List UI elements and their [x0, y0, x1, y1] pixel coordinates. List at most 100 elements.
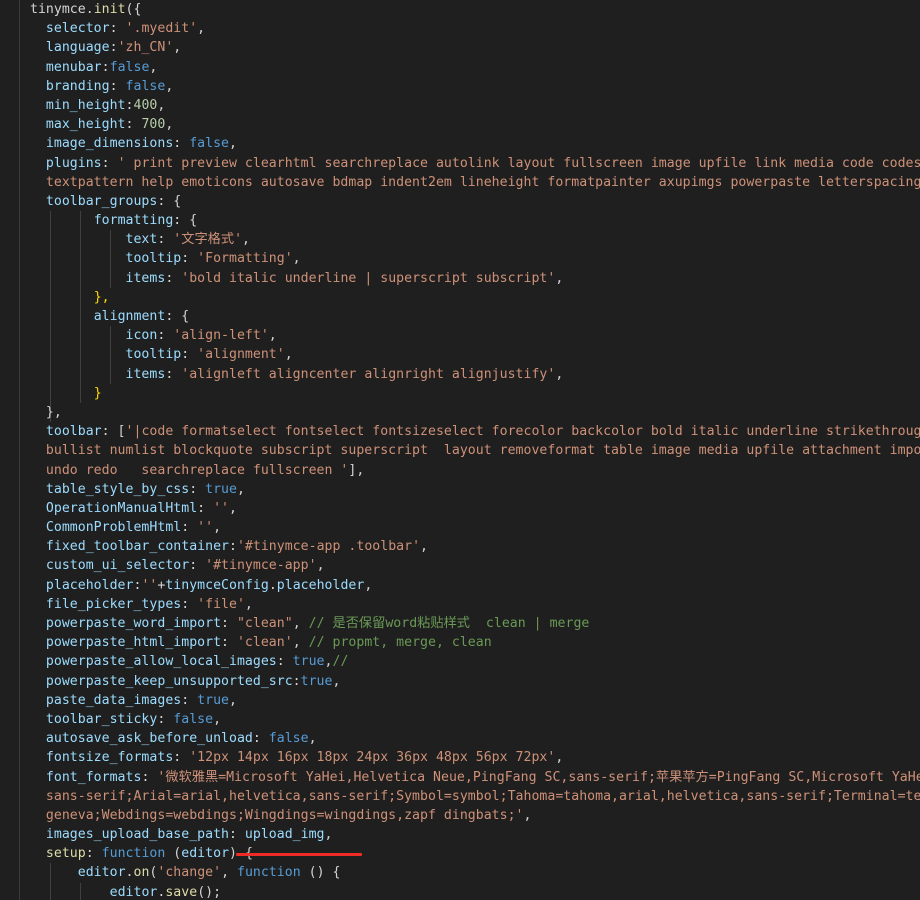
code-token: ,	[292, 616, 309, 631]
code-token: :	[101, 155, 118, 171]
code-line-text: font_formats: '微软雅黑=Microsoft YaHei,Helv…	[20, 768, 920, 787]
code-token: bullist numlist blockquote subscript sup…	[45, 443, 920, 459]
code-line[interactable]: menubar:false,	[20, 58, 920, 77]
code-line[interactable]: toolbar: ['|code formatselect fontselect…	[20, 422, 920, 441]
code-line[interactable]: },	[20, 402, 920, 423]
code-token: tooltip	[125, 251, 182, 267]
code-line[interactable]: min_height:400,	[20, 96, 920, 115]
code-line[interactable]: powerpaste_keep_unsupported_src:true,	[20, 672, 920, 691]
code-line[interactable]: textpattern help emoticons autosave bdma…	[20, 173, 920, 192]
code-line[interactable]: fixed_toolbar_container:'#tinymce-app .t…	[20, 537, 920, 556]
code-line[interactable]: powerpaste_allow_local_images: true,//	[20, 652, 920, 671]
code-line[interactable]: placeholder:''+tinymceConfig.placeholder…	[20, 576, 920, 595]
code-line[interactable]: OperationManualHtml: '',	[20, 499, 920, 518]
code-line[interactable]: plugins: ' print preview clearhtml searc…	[20, 154, 920, 173]
code-token: false	[268, 731, 309, 747]
code-token: ();	[197, 884, 222, 900]
code-token: ,	[308, 731, 317, 747]
code-line[interactable]: selector: '.myedit',	[20, 19, 920, 38]
code-line[interactable]: powerpaste_html_import: 'clean', // prop…	[20, 633, 920, 652]
code-line[interactable]: CommonProblemHtml: '',	[20, 518, 920, 537]
code-token: ,	[555, 750, 564, 766]
code-token: toolbar_groups	[45, 193, 158, 209]
code-editor[interactable]: tinymce.init({ selector: '.myedit', lang…	[0, 0, 920, 900]
code-token: :	[276, 654, 293, 670]
code-token: : {	[165, 309, 190, 324]
code-token: '12px 14px 16px 18px 24px 36px 48px 56px…	[189, 750, 556, 766]
code-token: text	[125, 232, 158, 248]
code-line-text: CommonProblemHtml: '',	[20, 518, 221, 537]
code-line[interactable]: editor.save();	[20, 882, 920, 900]
code-token: '.myedit'	[125, 21, 198, 37]
code-token: ,	[292, 251, 301, 267]
code-line[interactable]: tinymce.init({	[20, 0, 920, 19]
code-line-text: plugins: ' print preview clearhtml searc…	[20, 154, 920, 173]
code-line[interactable]: tooltip: 'Formatting',	[20, 249, 920, 269]
code-line[interactable]: font_formats: '微软雅黑=Microsoft YaHei,Helv…	[20, 768, 920, 787]
code-line[interactable]: powerpaste_word_import: "clean", // 是否保留…	[20, 614, 920, 633]
code-line[interactable]: setup: function (editor) {	[20, 844, 920, 863]
code-line[interactable]: },	[20, 287, 920, 307]
code-token: :	[197, 500, 214, 516]
code-token: powerpaste_allow_local_images	[45, 654, 277, 670]
code-line-text: toolbar_groups: {	[20, 192, 181, 211]
code-line[interactable]: icon: 'align-left',	[20, 326, 920, 346]
code-line-text: tooltip: 'alignment',	[20, 345, 293, 364]
code-line[interactable]: custom_ui_selector: '#tinymce-app',	[20, 556, 920, 575]
code-line[interactable]: undo redo searchreplace fullscreen '],	[20, 461, 920, 480]
code-line[interactable]: file_picker_types: 'file',	[20, 595, 920, 614]
code-line[interactable]: paste_data_images: true,	[20, 691, 920, 710]
code-line[interactable]: formatting: {	[20, 211, 920, 231]
code-token: :	[109, 78, 126, 94]
code-line-text: paste_data_images: true,	[20, 691, 237, 710]
code-token: ,	[213, 711, 222, 727]
code-token: min_height	[45, 97, 126, 113]
code-token: ,	[420, 539, 429, 555]
code-line[interactable]: items: 'bold italic underline | superscr…	[20, 268, 920, 288]
code-line[interactable]: bullist numlist blockquote subscript sup…	[20, 441, 920, 460]
code-token: }	[93, 385, 102, 401]
code-line[interactable]: toolbar_groups: {	[20, 192, 920, 211]
code-line[interactable]: language:'zh_CN',	[20, 38, 920, 57]
code-line[interactable]: table_style_by_css: true,	[20, 480, 920, 499]
code-line[interactable]: tooltip: 'alignment',	[20, 345, 920, 365]
code-line[interactable]: }	[20, 383, 920, 403]
code-line[interactable]: items: 'alignleft aligncenter alignright…	[20, 364, 920, 384]
code-token: :	[157, 232, 174, 248]
code-token: textpattern help emoticons autosave bdma…	[45, 174, 920, 190]
code-line[interactable]: text: '文字格式',	[20, 230, 920, 250]
code-line[interactable]: images_upload_base_path: upload_img,	[20, 825, 920, 844]
code-line[interactable]: toolbar_sticky: false,	[20, 710, 920, 729]
code-content-area[interactable]: tinymce.init({ selector: '.myedit', lang…	[20, 0, 920, 900]
code-line-text: images_upload_base_path: upload_img,	[20, 825, 333, 844]
code-line[interactable]: sans-serif;Arial=arial,helvetica,sans-se…	[20, 787, 920, 806]
code-line-text: editor.save();	[20, 883, 221, 900]
code-line-text: items: 'bold italic underline | superscr…	[20, 269, 564, 288]
code-line-text: custom_ui_selector: '#tinymce-app',	[20, 556, 325, 575]
code-line[interactable]: branding: false,	[20, 77, 920, 96]
code-token: menubar	[45, 59, 102, 75]
code-token: :	[109, 21, 126, 37]
code-token: image_dimensions	[45, 136, 174, 152]
code-token: tinymceConfig	[165, 577, 269, 593]
code-line[interactable]: autosave_ask_before_unload: false,	[20, 729, 920, 748]
code-line[interactable]: alignment: {	[20, 307, 920, 327]
code-line-text: autosave_ask_before_unload: false,	[20, 729, 317, 748]
code-token: 'zh_CN'	[117, 40, 174, 56]
code-line[interactable]: fontsize_formats: '12px 14px 16px 18px 2…	[20, 748, 920, 767]
code-line[interactable]: max_height: 700,	[20, 115, 920, 134]
code-token: :	[181, 520, 198, 536]
code-line[interactable]: editor.on('change', function () {	[20, 863, 920, 883]
code-line-text: fontsize_formats: '12px 14px 16px 18px 2…	[20, 748, 563, 767]
code-line[interactable]: image_dimensions: false,	[20, 134, 920, 153]
code-line[interactable]: geneva;Webdings=webdings;Wingdings=wingd…	[20, 806, 920, 825]
